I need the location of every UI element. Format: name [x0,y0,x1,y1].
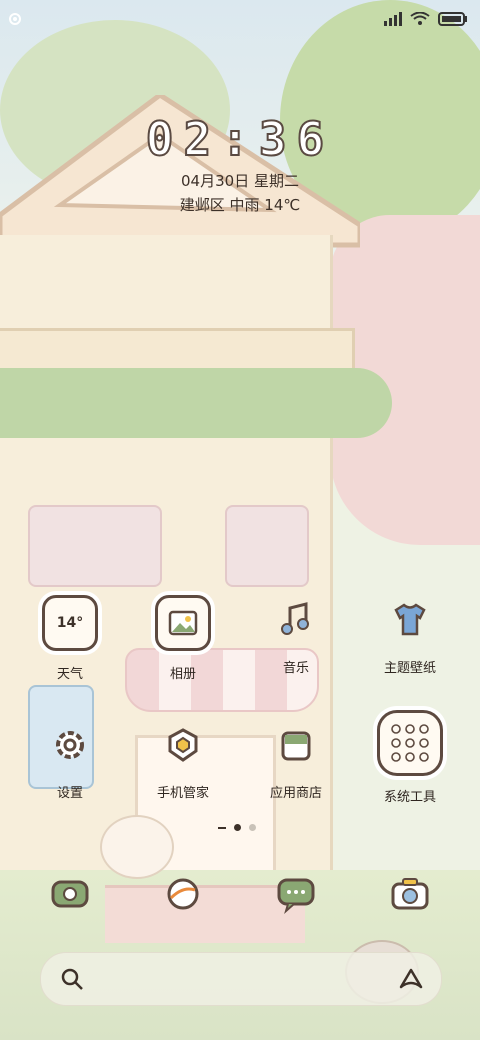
app-weather[interactable]: 14° 天气 [22,595,118,682]
dock-phone[interactable] [22,872,118,920]
dock-camera[interactable] [362,872,458,920]
settings-icon [45,720,95,770]
page-dot-2[interactable] [249,824,256,831]
search-icon[interactable] [59,966,85,996]
app-label: 音乐 [282,661,309,676]
app-label: 主题壁纸 [383,661,436,676]
window-left [28,505,162,587]
battery-icon [438,11,468,30]
app-label: 系统工具 [383,790,436,805]
app-security[interactable]: 手机管家 [135,720,231,801]
app-label: 天气 [56,667,83,682]
messages-icon [277,878,315,914]
puppy-left [100,815,174,879]
app-theme[interactable]: 主题壁纸 [362,595,458,676]
clock-date: 04月30日 星期二 [181,172,299,190]
gallery-icon [155,595,211,651]
weather-badge: 14° [56,615,84,631]
weather-icon: 14° [42,595,98,651]
app-gallery[interactable]: 相册 [135,595,231,682]
app-label: 应用商店 [269,786,322,801]
app-label: 设置 [56,786,83,801]
signal-icon [384,11,402,30]
page-indicator-menu [218,826,226,829]
app-system-tools[interactable]: 系统工具 [362,710,458,805]
weather-summary[interactable]: 建邺区 中雨 14℃ [0,194,480,215]
page-indicator[interactable] [218,824,256,831]
app-music[interactable]: 音乐 [248,595,344,676]
clock-time[interactable]: 02:36 [0,111,480,167]
search-bar[interactable] [40,952,442,1006]
dock-messages[interactable] [248,872,344,920]
browser-icon [167,878,199,910]
folder-icon [377,710,443,776]
camera-icon [391,878,429,910]
status-bar [0,8,480,32]
assistant-icon[interactable] [397,965,425,997]
music-icon [271,595,321,645]
app-settings[interactable]: 设置 [22,720,118,801]
app-store-icon [271,720,321,770]
app-label: 手机管家 [156,786,209,801]
phone-icon [51,880,89,908]
app-store[interactable]: 应用商店 [248,720,344,801]
window-right [225,505,309,587]
wifi-icon [410,11,430,30]
app-label: 相册 [169,667,196,682]
dock-browser[interactable] [135,872,231,920]
page-dot-1[interactable] [234,824,241,831]
security-icon [158,720,208,770]
gear-icon [6,10,24,32]
theme-icon [385,595,435,645]
hedge [0,368,392,438]
